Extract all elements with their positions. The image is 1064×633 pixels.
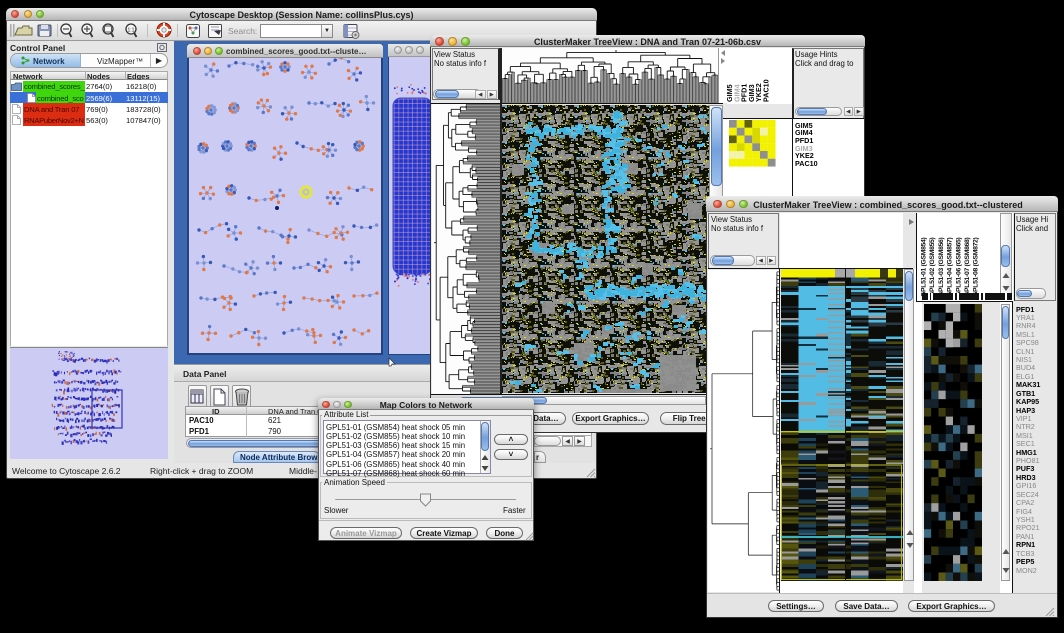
svg-text:1:1: 1:1: [128, 28, 135, 34]
svg-text:GPL51-07 (GSM868): GPL51-07 (GSM868): [964, 237, 971, 297]
svg-text:GPL51-02 (GSM855): GPL51-02 (GSM855): [929, 237, 936, 297]
svg-text:GPL51-06 (GSM865): GPL51-06 (GSM865): [955, 237, 962, 297]
svg-text:GPL51-03 (GSM856): GPL51-03 (GSM856): [938, 237, 945, 297]
svg-text:PAC10: PAC10: [762, 79, 771, 102]
svg-text:GPL51-04 (GSM857): GPL51-04 (GSM857): [947, 237, 954, 297]
svg-text:GPL51-08 (GSM872): GPL51-08 (GSM872): [973, 237, 980, 297]
svg-text:GPL51-01 (GSM854): GPL51-01 (GSM854): [921, 237, 928, 297]
